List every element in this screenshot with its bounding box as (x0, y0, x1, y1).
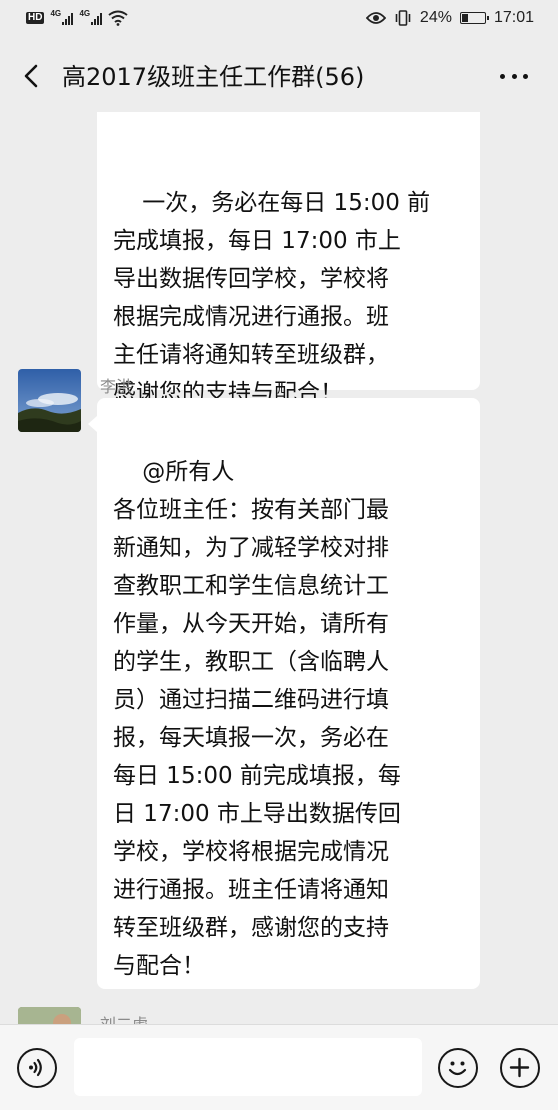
clock: 17:01 (493, 9, 534, 26)
network-type-1: 4G (50, 9, 62, 18)
more-dots-icon[interactable] (500, 62, 528, 90)
battery-icon (459, 12, 489, 24)
sender-name: 刘二虎 (100, 1011, 148, 1024)
chat-title: 高2017级班主任工作群(56) (62, 63, 365, 91)
emoji-icon (448, 1061, 467, 1076)
message-input[interactable] (74, 1038, 422, 1096)
message-bubble[interactable]: 一次，务必在每日 15:00 前 完成填报，每日 17:00 市上 导出数据传回… (97, 112, 480, 406)
avatar[interactable] (18, 1007, 81, 1024)
input-bar (0, 1024, 558, 1110)
chat-header: 高2017级班主任工作群(56) (0, 40, 558, 112)
message-bubble[interactable]: @所有人 各位班主任：按有关部门最 新通知，为了减轻学校对排 查教职工和学生信息… (88, 398, 480, 989)
message-text: 一次，务必在每日 15:00 前 完成填报，每日 17:00 市上 导出数据传回… (113, 190, 431, 406)
emoji-button[interactable] (438, 1048, 478, 1088)
signal-icon: 4G (50, 9, 74, 25)
avatar-image (18, 369, 81, 432)
sender-name: 李洪 (100, 377, 133, 396)
plus-icon (509, 1057, 530, 1078)
hd-badge: HD (26, 12, 45, 24)
voice-button[interactable] (17, 1048, 57, 1088)
eye-icon (365, 12, 386, 24)
message-text: @所有人 各位班主任：按有关部门最 新通知，为了减轻学校对排 查教职工和学生信息… (113, 459, 401, 979)
voice-icon (29, 1058, 42, 1077)
wifi-icon (108, 10, 129, 26)
avatar-image (18, 1007, 81, 1024)
network-type-2: 4G (79, 9, 91, 18)
vibrate-icon (395, 10, 411, 26)
chevron-left-icon[interactable] (18, 62, 46, 90)
status-bar: HD 4G 4G 24% 17:01 (0, 0, 558, 40)
battery-percent: 24% (419, 9, 452, 26)
chat-area[interactable]: 一次，务必在每日 15:00 前 完成填报，每日 17:00 市上 导出数据传回… (0, 40, 558, 1024)
plus-button[interactable] (500, 1048, 540, 1088)
status-left: HD 4G 4G (26, 9, 129, 26)
signal-icon-2: 4G (79, 9, 103, 25)
avatar[interactable] (18, 369, 81, 432)
status-right: 24% 17:01 (365, 9, 534, 27)
